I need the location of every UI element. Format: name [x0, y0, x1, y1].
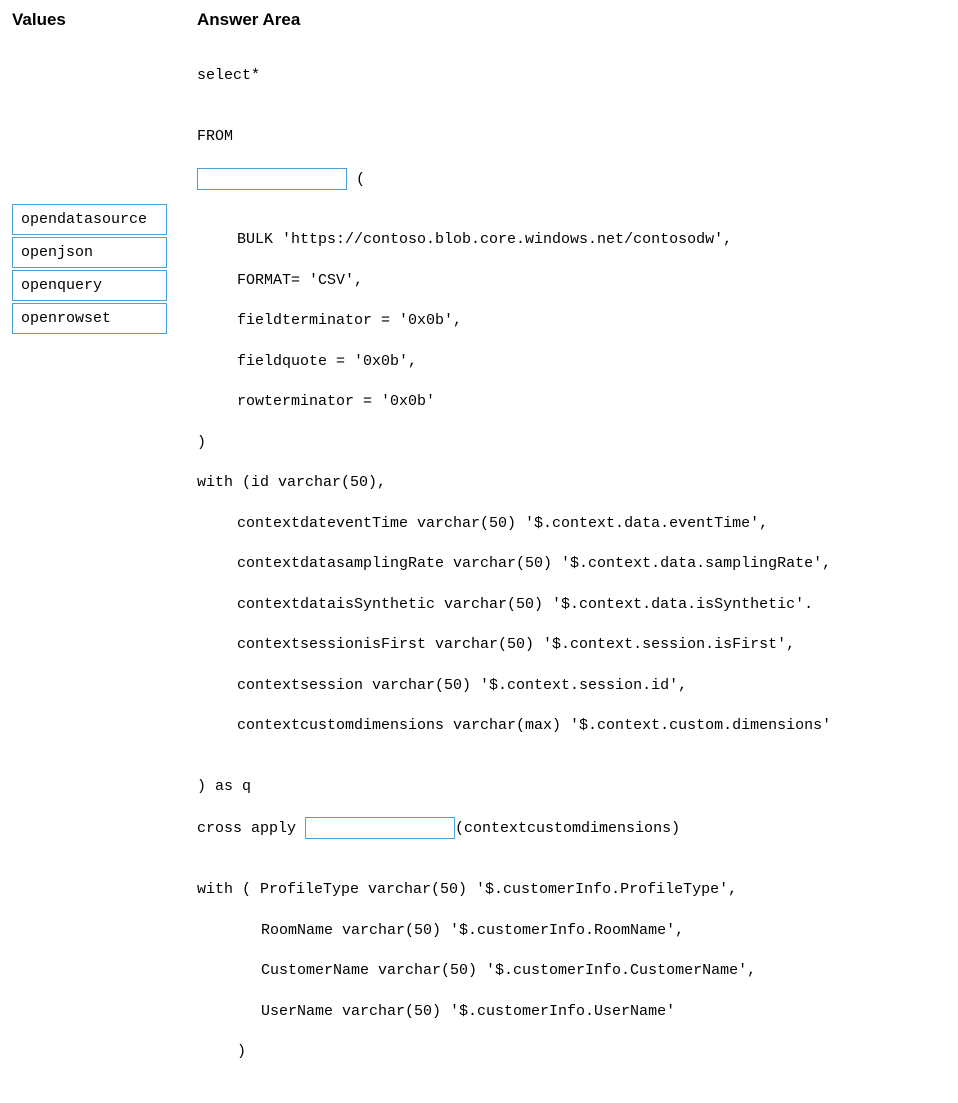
answer-area-column: Answer Area select* FROM ( BULK 'https:/…: [197, 10, 946, 572]
code-text: (: [347, 170, 365, 187]
code-line: contextsessionisFirst varchar(50) '$.con…: [197, 635, 946, 655]
code-line: contextsession varchar(50) '$.context.se…: [197, 676, 946, 696]
drop-target-from[interactable]: [197, 168, 347, 190]
code-text: (contextcustomdimensions): [455, 820, 680, 837]
code-line-drop: cross apply (contextcustomdimensions): [197, 817, 946, 839]
code-line: BULK 'https://contoso.blob.core.windows.…: [197, 230, 946, 250]
drop-target-crossapply[interactable]: [305, 817, 455, 839]
code-line: contextcustomdimensions varchar(max) '$.…: [197, 716, 946, 736]
code-text: cross apply: [197, 820, 305, 837]
code-line: select*: [197, 66, 946, 86]
code-line: UserName varchar(50) '$.customerInfo.Use…: [197, 1002, 946, 1022]
code-line: FROM: [197, 127, 946, 147]
value-openjson[interactable]: openjson: [12, 237, 167, 268]
code-line: contextdataisSynthetic varchar(50) '$.co…: [197, 595, 946, 615]
code-line: ): [197, 433, 946, 453]
code-line-drop: (: [197, 168, 946, 190]
code-line: contextdateventTime varchar(50) '$.conte…: [197, 514, 946, 534]
value-openquery[interactable]: openquery: [12, 270, 167, 301]
code-line: RoomName varchar(50) '$.customerInfo.Roo…: [197, 921, 946, 941]
code-line: with (id varchar(50),: [197, 473, 946, 493]
sql-code-block: select* FROM ( BULK 'https://contoso.blo…: [197, 46, 946, 1103]
code-line: fieldterminator = '0x0b',: [197, 311, 946, 331]
code-line: ): [197, 1042, 946, 1062]
values-list: opendatasource openjson openquery openro…: [12, 204, 167, 334]
code-line: with ( ProfileType varchar(50) '$.custom…: [197, 880, 946, 900]
code-line: rowterminator = '0x0b': [197, 392, 946, 412]
value-openrowset[interactable]: openrowset: [12, 303, 167, 334]
code-line: CustomerName varchar(50) '$.customerInfo…: [197, 961, 946, 981]
answer-area-heading: Answer Area: [197, 10, 946, 30]
values-heading: Values: [12, 10, 167, 30]
code-line: contextdatasamplingRate varchar(50) '$.c…: [197, 554, 946, 574]
value-opendatasource[interactable]: opendatasource: [12, 204, 167, 235]
values-column: Values opendatasource openjson openquery…: [12, 10, 167, 572]
code-line: FORMAT= 'CSV',: [197, 271, 946, 291]
code-line: ) as q: [197, 777, 946, 797]
code-line: fieldquote = '0x0b',: [197, 352, 946, 372]
